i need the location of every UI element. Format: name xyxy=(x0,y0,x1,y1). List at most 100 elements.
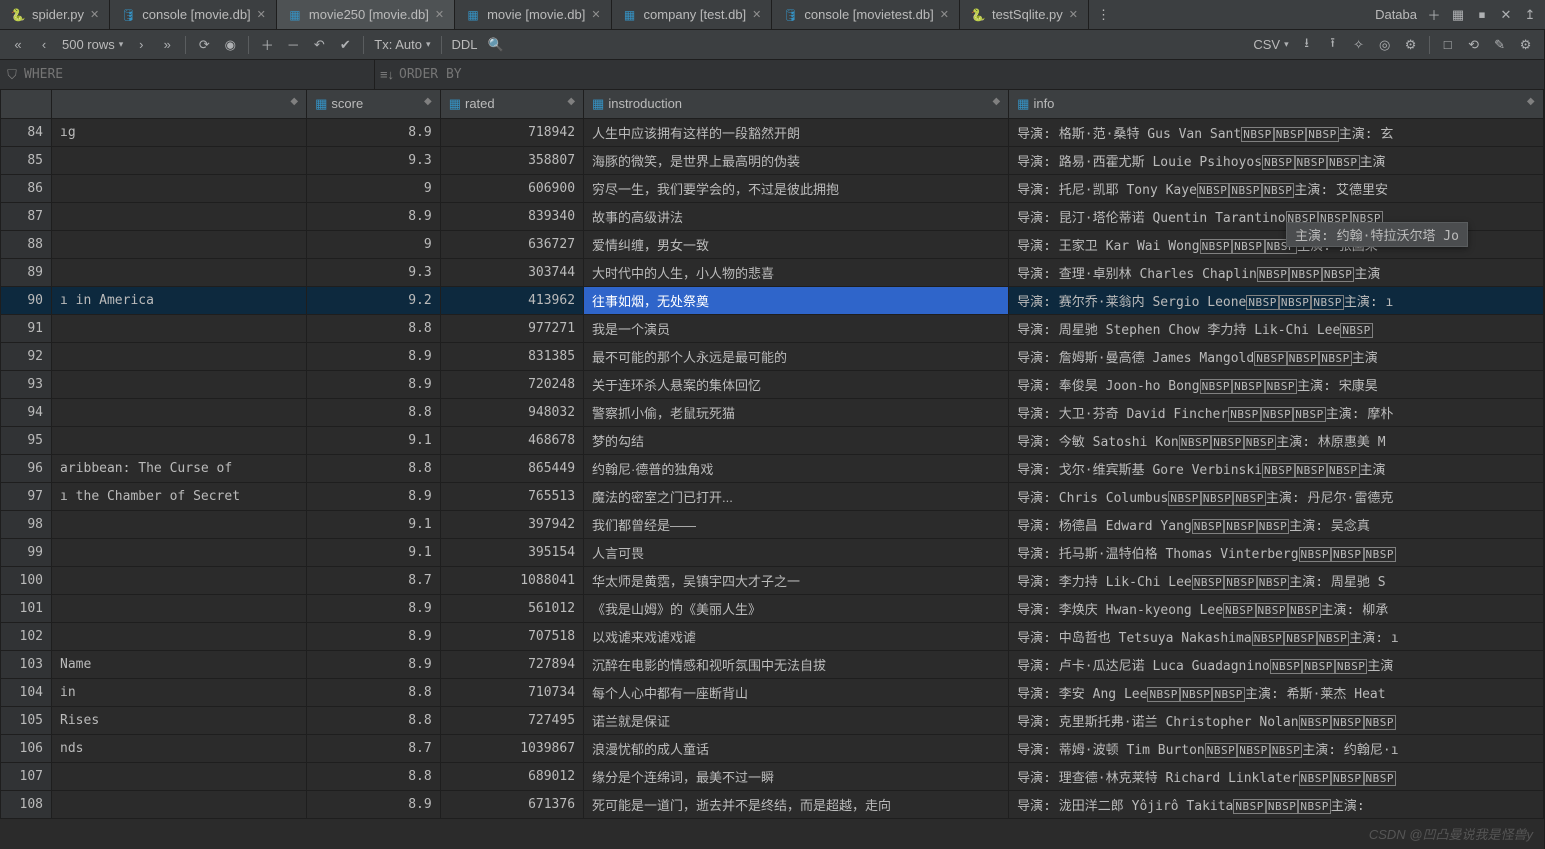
table-row[interactable]: 89 9.3 303744 大时代中的人生，小人物的悲喜 导演: 查理·卓别林 … xyxy=(1,258,1544,286)
rows-dropdown[interactable]: 500 rows▾ xyxy=(58,37,127,52)
tab-2[interactable]: ▦ movie250 [movie.db] ✕ xyxy=(277,0,455,29)
table-row[interactable]: 91 8.8 977271 我是一个演员 导演: 周星驰 Stephen Cho… xyxy=(1,314,1544,342)
cell-score[interactable]: 8.8 xyxy=(307,762,441,790)
cell-name[interactable] xyxy=(52,594,307,622)
cell-rated[interactable]: 397942 xyxy=(440,510,583,538)
cell-instroduction[interactable]: 我是一个演员 xyxy=(584,314,1009,342)
row-number[interactable]: 102 xyxy=(1,622,52,650)
cell-score[interactable]: 9.2 xyxy=(307,286,441,314)
add-icon[interactable]: ＋ xyxy=(1423,4,1445,26)
ddl-button[interactable]: DDL xyxy=(448,37,482,52)
cell-info[interactable]: 导演: 蒂姆·波顿 Tim BurtonNBSPNBSPNBSP主演: 约翰尼·… xyxy=(1009,734,1543,762)
import-icon[interactable]: ⭱ xyxy=(1321,33,1345,57)
cell-instroduction[interactable]: 我们都曾经是—— xyxy=(584,510,1009,538)
cell-instroduction[interactable]: 穷尽一生，我们要学会的，不过是彼此拥抱 xyxy=(584,174,1009,202)
where-input[interactable] xyxy=(24,67,214,82)
cell-name[interactable] xyxy=(52,174,307,202)
cell-instroduction[interactable]: 《我是山姆》的《美丽人生》 xyxy=(584,594,1009,622)
cell-rated[interactable]: 839340 xyxy=(440,202,583,230)
table-row[interactable]: 96 aribbean: The Curse of 8.8 865449 约翰尼… xyxy=(1,454,1544,482)
row-number[interactable]: 99 xyxy=(1,538,52,566)
row-number[interactable]: 106 xyxy=(1,734,52,762)
col-header-name[interactable]: ◆ xyxy=(52,90,307,118)
cell-instroduction[interactable]: 浪漫忧郁的成人童话 xyxy=(584,734,1009,762)
cell-instroduction[interactable]: 大时代中的人生，小人物的悲喜 xyxy=(584,258,1009,286)
tx-dropdown[interactable]: Tx: Auto▾ xyxy=(370,37,434,52)
cell-score[interactable]: 8.9 xyxy=(307,342,441,370)
cell-instroduction[interactable]: 爱情纠缠，男女一致 xyxy=(584,230,1009,258)
row-number[interactable]: 104 xyxy=(1,678,52,706)
cell-name[interactable]: in xyxy=(52,678,307,706)
next-page-icon[interactable]: › xyxy=(129,33,153,57)
cell-rated[interactable]: 710734 xyxy=(440,678,583,706)
tab-0[interactable]: 🐍 spider.py ✕ xyxy=(0,0,110,29)
cell-score[interactable]: 8.9 xyxy=(307,118,441,146)
cell-score[interactable]: 9.3 xyxy=(307,146,441,174)
cell-rated[interactable]: 395154 xyxy=(440,538,583,566)
cell-rated[interactable]: 977271 xyxy=(440,314,583,342)
cell-instroduction[interactable]: 缘分是个连绵词，最美不过一瞬 xyxy=(584,762,1009,790)
first-page-icon[interactable]: « xyxy=(6,33,30,57)
table-row[interactable]: 103 Name 8.9 727894 沉醉在电影的情感和视听氛围中无法自拔 导… xyxy=(1,650,1544,678)
cell-score[interactable]: 8.9 xyxy=(307,622,441,650)
collapse-icon[interactable]: ↥ xyxy=(1519,4,1541,26)
cell-name[interactable]: ıg xyxy=(52,118,307,146)
cell-instroduction[interactable]: 约翰尼·德普的独角戏 xyxy=(584,454,1009,482)
row-number[interactable]: 91 xyxy=(1,314,52,342)
row-number[interactable]: 85 xyxy=(1,146,52,174)
cell-instroduction[interactable]: 故事的高级讲法 xyxy=(584,202,1009,230)
pin-icon[interactable]: ✧ xyxy=(1347,33,1371,57)
cell-score[interactable]: 8.9 xyxy=(307,790,441,818)
cell-rated[interactable]: 606900 xyxy=(440,174,583,202)
cell-score[interactable]: 9.1 xyxy=(307,426,441,454)
cell-rated[interactable]: 303744 xyxy=(440,258,583,286)
tab-3[interactable]: ▦ movie [movie.db] ✕ xyxy=(455,0,611,29)
cell-rated[interactable]: 727894 xyxy=(440,650,583,678)
data-grid[interactable]: ◆ ▦score◆ ▦rated◆ ▦instroduction◆ ▦info◆… xyxy=(0,90,1544,849)
cell-rated[interactable]: 948032 xyxy=(440,398,583,426)
cell-score[interactable]: 8.8 xyxy=(307,398,441,426)
cell-score[interactable]: 8.9 xyxy=(307,482,441,510)
remove-row-icon[interactable]: － xyxy=(281,33,305,57)
cell-instroduction[interactable]: 海豚的微笑，是世界上最高明的伪装 xyxy=(584,146,1009,174)
table-row[interactable]: 94 8.8 948032 警察抓小偷，老鼠玩死猫 导演: 大卫·芬奇 Davi… xyxy=(1,398,1544,426)
cell-name[interactable]: Name xyxy=(52,650,307,678)
cell-name[interactable] xyxy=(52,510,307,538)
cell-info[interactable]: 导演: 大卫·芬奇 David FincherNBSPNBSPNBSP主演: 摩… xyxy=(1009,398,1543,426)
cell-instroduction[interactable]: 华太师是黄霑，吴镇宇四大才子之一 xyxy=(584,566,1009,594)
cell-score[interactable]: 9 xyxy=(307,174,441,202)
cell-score[interactable]: 8.7 xyxy=(307,734,441,762)
cell-score[interactable]: 8.9 xyxy=(307,650,441,678)
csv-dropdown[interactable]: CSV▾ xyxy=(1249,37,1292,52)
cell-info[interactable]: 导演: 今敏 Satoshi KonNBSPNBSPNBSP主演: 林原惠美 M xyxy=(1009,426,1543,454)
cell-name[interactable] xyxy=(52,202,307,230)
table-row[interactable]: 85 9.3 358807 海豚的微笑，是世界上最高明的伪装 导演: 路易·西霍… xyxy=(1,146,1544,174)
gear-icon[interactable]: ⚙ xyxy=(1514,33,1538,57)
cell-instroduction[interactable]: 沉醉在电影的情感和视听氛围中无法自拔 xyxy=(584,650,1009,678)
cell-rated[interactable]: 413962 xyxy=(440,286,583,314)
cell-info[interactable]: 导演: 托马斯·温特伯格 Thomas VinterbergNBSPNBSPNB… xyxy=(1009,538,1543,566)
col-header-score[interactable]: ▦score◆ xyxy=(307,90,441,118)
cell-info[interactable]: 导演: 理查德·林克莱特 Richard LinklaterNBSPNBSPNB… xyxy=(1009,762,1543,790)
cell-rated[interactable]: 718942 xyxy=(440,118,583,146)
row-number[interactable]: 97 xyxy=(1,482,52,510)
cell-score[interactable]: 9.1 xyxy=(307,510,441,538)
cell-rated[interactable]: 707518 xyxy=(440,622,583,650)
cell-name[interactable] xyxy=(52,230,307,258)
table-row[interactable]: 92 8.9 831385 最不可能的那个人永远是最可能的 导演: 詹姆斯·曼高… xyxy=(1,342,1544,370)
add-row-icon[interactable]: ＋ xyxy=(255,33,279,57)
cell-info[interactable]: 导演: 奉俊昊 Joon-ho BongNBSPNBSPNBSP主演: 宋康昊 xyxy=(1009,370,1543,398)
cell-instroduction[interactable]: 警察抓小偷，老鼠玩死猫 xyxy=(584,398,1009,426)
table-row[interactable]: 102 8.9 707518 以戏谑来戏谑戏谑 导演: 中岛哲也 Tetsuya… xyxy=(1,622,1544,650)
table-row[interactable]: 106 nds 8.7 1039867 浪漫忧郁的成人童话 导演: 蒂姆·波顿 … xyxy=(1,734,1544,762)
cell-rated[interactable]: 727495 xyxy=(440,706,583,734)
row-number[interactable]: 89 xyxy=(1,258,52,286)
table-row[interactable]: 104 in 8.8 710734 每个人心中都有一座断背山 导演: 李安 An… xyxy=(1,678,1544,706)
cell-instroduction[interactable]: 梦的勾结 xyxy=(584,426,1009,454)
table-row[interactable]: 98 9.1 397942 我们都曾经是—— 导演: 杨德昌 Edward Ya… xyxy=(1,510,1544,538)
cell-info[interactable]: 导演: 克里斯托弗·诺兰 Christopher NolanNBSPNBSPNB… xyxy=(1009,706,1543,734)
table-row[interactable]: 93 8.9 720248 关于连环杀人悬案的集体回忆 导演: 奉俊昊 Joon… xyxy=(1,370,1544,398)
cell-instroduction[interactable]: 每个人心中都有一座断背山 xyxy=(584,678,1009,706)
cell-info[interactable]: 导演: 詹姆斯·曼高德 James MangoldNBSPNBSPNBSP主演 xyxy=(1009,342,1543,370)
cell-instroduction[interactable]: 关于连环杀人悬案的集体回忆 xyxy=(584,370,1009,398)
